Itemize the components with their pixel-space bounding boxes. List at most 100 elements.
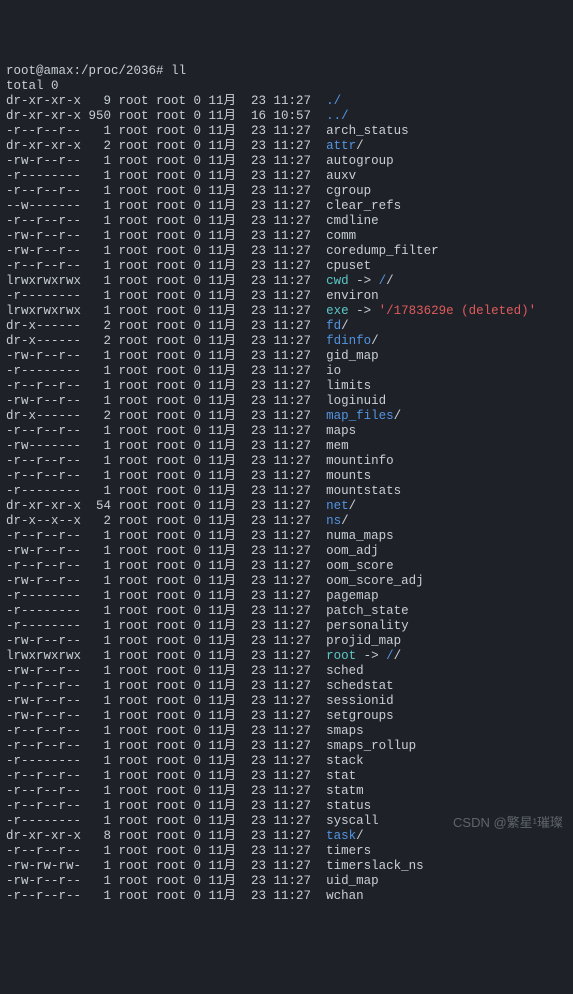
file-name: cpuset — [326, 259, 371, 273]
file-name: ./ — [326, 94, 341, 108]
file-name: projid_map — [326, 634, 401, 648]
listing-row: -rw-r--r-- 1 root root 0 11月 23 11:27 pr… — [6, 634, 567, 649]
file-name: cwd — [326, 274, 349, 288]
file-name: sessionid — [326, 694, 394, 708]
file-name: mountstats — [326, 484, 401, 498]
watermark-text: CSDN @繁星¹璀璨 — [453, 815, 563, 830]
listing-row: -rw-r--r-- 1 root root 0 11月 23 11:27 co… — [6, 229, 567, 244]
listing-row: -r--r--r-- 1 root root 0 11月 23 11:27 cp… — [6, 259, 567, 274]
listing-row: -r--r--r-- 1 root root 0 11月 23 11:27 li… — [6, 379, 567, 394]
file-name: smaps — [326, 724, 364, 738]
listing-row: -rw-r--r-- 1 root root 0 11月 23 11:27 se… — [6, 694, 567, 709]
file-name: cgroup — [326, 184, 371, 198]
listing-row: -r--r--r-- 1 root root 0 11月 23 11:27 ti… — [6, 844, 567, 859]
listing-row: dr-x------ 2 root root 0 11月 23 11:27 fd… — [6, 334, 567, 349]
listing-row: dr-x--x--x 2 root root 0 11月 23 11:27 ns… — [6, 514, 567, 529]
listing-row: -r-------- 1 root root 0 11月 23 11:27 io — [6, 364, 567, 379]
listing-row: -r-------- 1 root root 0 11月 23 11:27 pa… — [6, 589, 567, 604]
listing-row: dr-x------ 2 root root 0 11月 23 11:27 fd… — [6, 319, 567, 334]
file-name: mem — [326, 439, 349, 453]
command-text: ll — [171, 64, 186, 78]
listing-row: -r--r--r-- 1 root root 0 11月 23 11:27 sm… — [6, 724, 567, 739]
file-name: gid_map — [326, 349, 379, 363]
listing-row: --w------- 1 root root 0 11月 23 11:27 cl… — [6, 199, 567, 214]
file-name: exe — [326, 304, 349, 318]
file-name: arch_status — [326, 124, 409, 138]
file-name: status — [326, 799, 371, 813]
file-name: numa_maps — [326, 529, 394, 543]
listing-row: -r--r--r-- 1 root root 0 11月 23 11:27 mo… — [6, 469, 567, 484]
listing-row: -r-------- 1 root root 0 11月 23 11:27 pa… — [6, 604, 567, 619]
listing-row: -r-------- 1 root root 0 11月 23 11:27 au… — [6, 169, 567, 184]
file-name: mountinfo — [326, 454, 394, 468]
listing-row: -r-------- 1 root root 0 11月 23 11:27 en… — [6, 289, 567, 304]
file-name: timers — [326, 844, 371, 858]
listing-row: dr-xr-xr-x 2 root root 0 11月 23 11:27 at… — [6, 139, 567, 154]
listing-row: lrwxrwxrwx 1 root root 0 11月 23 11:27 ro… — [6, 649, 567, 664]
file-name: attr — [326, 139, 356, 153]
file-name: clear_refs — [326, 199, 401, 213]
listing-row: -rw-r--r-- 1 root root 0 11月 23 11:27 gi… — [6, 349, 567, 364]
listing-row: -rw-r--r-- 1 root root 0 11月 23 11:27 co… — [6, 244, 567, 259]
listing-row: -r-------- 1 root root 0 11月 23 11:27 pe… — [6, 619, 567, 634]
link-target: / — [386, 649, 394, 663]
listing-row: -r--r--r-- 1 root root 0 11月 23 11:27 cm… — [6, 214, 567, 229]
listing-row: -r-------- 1 root root 0 11月 23 11:27 mo… — [6, 484, 567, 499]
file-name: schedstat — [326, 679, 394, 693]
file-name: fd — [326, 319, 341, 333]
listing-row: dr-x------ 2 root root 0 11月 23 11:27 ma… — [6, 409, 567, 424]
file-name: comm — [326, 229, 356, 243]
file-name: oom_adj — [326, 544, 379, 558]
listing-row: -r--r--r-- 1 root root 0 11月 23 11:27 sm… — [6, 739, 567, 754]
file-name: fdinfo — [326, 334, 371, 348]
file-name: syscall — [326, 814, 379, 828]
file-name: io — [326, 364, 341, 378]
listing-row: -rw-r--r-- 1 root root 0 11月 23 11:27 ui… — [6, 874, 567, 889]
file-name: smaps_rollup — [326, 739, 416, 753]
listing-row: -rw------- 1 root root 0 11月 23 11:27 me… — [6, 439, 567, 454]
listing-row: -r--r--r-- 1 root root 0 11月 23 11:27 oo… — [6, 559, 567, 574]
listing-row: -rw-r--r-- 1 root root 0 11月 23 11:27 au… — [6, 154, 567, 169]
file-name: stack — [326, 754, 364, 768]
listing-row: dr-xr-xr-x 950 root root 0 11月 16 10:57 … — [6, 109, 567, 124]
listing-row: dr-xr-xr-x 9 root root 0 11月 23 11:27 ./ — [6, 94, 567, 109]
listing-row: -rw-r--r-- 1 root root 0 11月 23 11:27 oo… — [6, 544, 567, 559]
listing-row: -r--r--r-- 1 root root 0 11月 23 11:27 st… — [6, 799, 567, 814]
file-name: environ — [326, 289, 379, 303]
listing-row: lrwxrwxrwx 1 root root 0 11月 23 11:27 ex… — [6, 304, 567, 319]
file-name: oom_score — [326, 559, 394, 573]
listing-row: -r--r--r-- 1 root root 0 11月 23 11:27 ma… — [6, 424, 567, 439]
listing-row: dr-xr-xr-x 54 root root 0 11月 23 11:27 n… — [6, 499, 567, 514]
file-name: auxv — [326, 169, 356, 183]
file-name: mounts — [326, 469, 371, 483]
listing-row: -r-------- 1 root root 0 11月 23 11:27 st… — [6, 754, 567, 769]
listing-row: -r--r--r-- 1 root root 0 11月 23 11:27 cg… — [6, 184, 567, 199]
file-name: wchan — [326, 889, 364, 903]
prompt-line: root@amax:/proc/2036# ll — [6, 64, 567, 79]
listing-row: -r--r--r-- 1 root root 0 11月 23 11:27 ar… — [6, 124, 567, 139]
file-name: root — [326, 649, 356, 663]
file-name: coredump_filter — [326, 244, 439, 258]
file-name: ns — [326, 514, 341, 528]
file-name: uid_map — [326, 874, 379, 888]
file-name: net — [326, 499, 349, 513]
file-name: maps — [326, 424, 356, 438]
listing-row: -r--r--r-- 1 root root 0 11月 23 11:27 nu… — [6, 529, 567, 544]
total-line: total 0 — [6, 79, 567, 94]
file-name: loginuid — [326, 394, 386, 408]
file-name: statm — [326, 784, 364, 798]
prompt-user-host: root@amax — [6, 64, 74, 78]
listing-row: -r--r--r-- 1 root root 0 11月 23 11:27 mo… — [6, 454, 567, 469]
file-name: limits — [326, 379, 371, 393]
terminal-output[interactable]: root@amax:/proc/2036# lltotal 0dr-xr-xr-… — [6, 64, 567, 904]
file-name: map_files — [326, 409, 394, 423]
link-target: '/1783629e (deleted)' — [379, 304, 537, 318]
prompt-cwd: /proc/2036 — [81, 64, 156, 78]
file-name: autogroup — [326, 154, 394, 168]
listing-row: -r--r--r-- 1 root root 0 11月 23 11:27 wc… — [6, 889, 567, 904]
file-name: oom_score_adj — [326, 574, 424, 588]
file-name: stat — [326, 769, 356, 783]
file-name: task — [326, 829, 356, 843]
file-name: ../ — [326, 109, 349, 123]
file-name: patch_state — [326, 604, 409, 618]
